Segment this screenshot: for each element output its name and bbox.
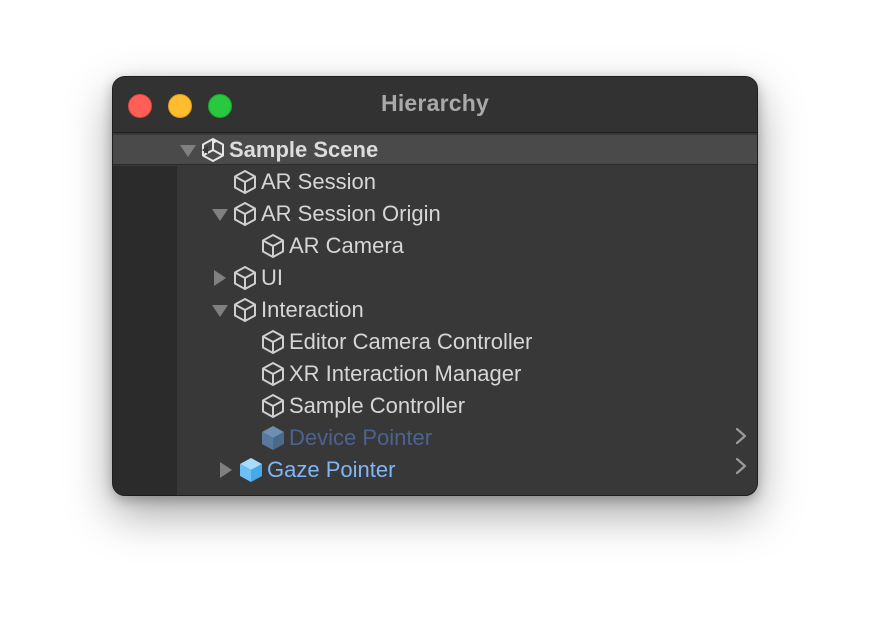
item-label: Sample Controller (289, 393, 466, 418)
item-label: AR Session (261, 169, 376, 194)
expand-arrow-icon[interactable] (209, 203, 231, 225)
cube-icon (231, 296, 259, 324)
item-label: Gaze Pointer (267, 457, 396, 482)
prefab-cube-icon (259, 424, 287, 452)
hierarchy-item-device-pointer[interactable]: Device Pointer (237, 423, 432, 453)
chevron-right-icon[interactable] (733, 425, 749, 447)
scene-row[interactable]: Sample Scene (113, 135, 757, 165)
title-bar[interactable]: Hierarchy (113, 77, 757, 133)
item-label: Editor Camera Controller (289, 329, 533, 354)
item-label: Device Pointer (289, 425, 433, 450)
no-expander (237, 427, 259, 449)
hierarchy-tree: Sample Scene AR Session AR Session Origi… (113, 133, 757, 495)
hierarchy-item-ar-session-origin[interactable]: AR Session Origin (209, 199, 441, 229)
hierarchy-item-interaction[interactable]: Interaction (209, 295, 364, 325)
hierarchy-item-ar-camera[interactable]: AR Camera (237, 231, 404, 261)
unity-logo-icon (199, 136, 227, 164)
cube-icon (231, 264, 259, 292)
no-expander (237, 363, 259, 385)
hierarchy-item-editor-camera-controller[interactable]: Editor Camera Controller (237, 327, 532, 357)
item-label: XR Interaction Manager (289, 361, 522, 386)
hierarchy-item-ar-session[interactable]: AR Session (209, 167, 376, 197)
cube-icon (259, 232, 287, 260)
collapse-arrow-icon[interactable] (215, 459, 237, 481)
item-label: AR Camera (289, 233, 404, 258)
prefab-cube-icon (237, 456, 265, 484)
hierarchy-item-gaze-pointer[interactable]: Gaze Pointer (220, 455, 396, 485)
scene-expand-arrow-icon[interactable] (177, 139, 199, 161)
expand-arrow-icon[interactable] (209, 299, 231, 321)
chevron-right-icon[interactable] (733, 455, 749, 477)
hierarchy-window: Hierarchy Sample Scene AR Session AR Ses… (112, 76, 758, 496)
window-title: Hierarchy (381, 90, 489, 116)
hierarchy-item-sample-controller[interactable]: Sample Controller (237, 391, 465, 421)
hierarchy-item-xr-interaction-manager[interactable]: XR Interaction Manager (237, 359, 521, 389)
item-label: Interaction (261, 297, 364, 322)
hierarchy-item-ui[interactable]: UI (209, 263, 283, 293)
cube-icon (259, 392, 287, 420)
scene-label: Sample Scene (229, 137, 379, 162)
cube-icon (231, 200, 259, 228)
no-expander (237, 331, 259, 353)
scene-header[interactable]: Sample Scene (177, 135, 378, 165)
cube-icon (259, 328, 287, 356)
cube-icon (231, 168, 259, 196)
collapse-arrow-icon[interactable] (209, 267, 231, 289)
cube-icon (259, 360, 287, 388)
item-label: AR Session Origin (261, 201, 441, 226)
hierarchy-gutter (113, 166, 177, 495)
no-expander (237, 235, 259, 257)
no-expander (237, 395, 259, 417)
item-label: UI (261, 265, 283, 290)
no-expander (209, 171, 231, 193)
